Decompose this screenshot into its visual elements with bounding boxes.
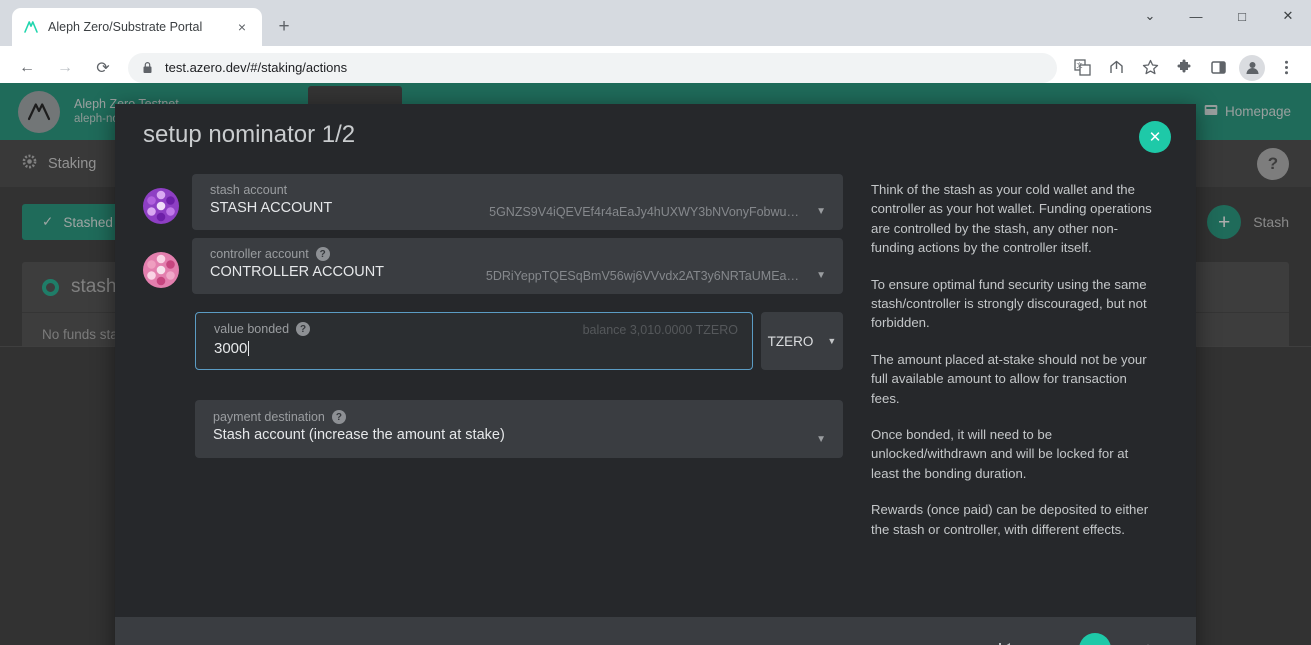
label-text: value bonded <box>214 322 290 336</box>
controller-account-label: controller account ? <box>210 247 827 261</box>
modal-help-column: Think of the stash as your cold wallet a… <box>843 166 1168 617</box>
chevron-down-icon[interactable]: ▼ <box>816 206 826 217</box>
label-text: controller account <box>210 247 309 261</box>
prev-label: prev <box>1025 641 1052 645</box>
aleph-logo-icon <box>22 18 40 36</box>
modal-form-column: stash account STASH ACCOUNT 5GNZS9V4iQEV… <box>143 166 843 617</box>
label-text: stash account <box>210 183 288 197</box>
help-icon[interactable]: ? <box>296 322 311 336</box>
window-controls: ⌄ — □ ✕ <box>1127 0 1311 32</box>
stash-account-label: stash account <box>210 183 827 197</box>
help-paragraph: Once bonded, it will need to be unlocked… <box>871 427 1129 481</box>
reload-button[interactable]: ⟳ <box>87 52 119 84</box>
tab-close-icon[interactable]: × <box>232 17 252 37</box>
unit-label: TZERO <box>767 333 814 349</box>
close-icon[interactable]: ✕ <box>1139 121 1171 153</box>
modal-header: setup nominator 1/2 ✕ <box>115 104 1196 166</box>
side-panel-icon[interactable] <box>1203 53 1233 83</box>
expand-chevron-icon[interactable]: ⌄ <box>1127 0 1173 32</box>
stash-account-address: 5GNZS9V4iQEVEf4r4aEaJy4hUXWY3bNVonyFobwu… <box>489 205 799 219</box>
value-bonded-value: 3000 <box>214 340 248 357</box>
extensions-puzzle-icon[interactable] <box>1169 53 1199 83</box>
controller-account-field[interactable]: controller account ? CONTROLLER ACCOUNT … <box>192 238 843 294</box>
maximize-button[interactable]: □ <box>1219 0 1265 32</box>
controller-account-row: controller account ? CONTROLLER ACCOUNT … <box>143 238 843 294</box>
prev-button[interactable]: prev <box>997 640 1053 645</box>
unit-selector[interactable]: TZERO ▼ <box>761 312 843 370</box>
lock-icon <box>142 61 153 74</box>
close-window-button[interactable]: ✕ <box>1265 0 1311 32</box>
share-icon[interactable] <box>1101 53 1131 83</box>
payment-destination-value: Stash account (increase the amount at st… <box>213 427 505 443</box>
browser-tab[interactable]: Aleph Zero/Substrate Portal × <box>12 8 262 46</box>
balance-hint: balance 3,010.0000 TZERO <box>582 323 738 337</box>
help-paragraph: Think of the stash as your cold wallet a… <box>871 182 1152 256</box>
help-paragraph: The amount placed at-stake should not be… <box>871 351 1147 406</box>
chevron-down-icon[interactable]: ▼ <box>816 434 826 445</box>
payment-destination-label: payment destination ? <box>213 410 827 424</box>
stash-identicon-icon <box>143 188 179 224</box>
next-button[interactable]: next <box>1078 633 1150 645</box>
address-bar[interactable]: test.azero.dev/#/staking/actions <box>128 52 1057 83</box>
chevron-down-icon[interactable]: ▼ <box>816 270 826 281</box>
controller-account-address: 5DRiYeppTQESqBmV56wj6VVvdx2AT3y6NRTaUMEa… <box>485 269 799 283</box>
tab-title: Aleph Zero/Substrate Portal <box>48 20 203 34</box>
help-paragraph: To ensure optimal fund security using th… <box>871 276 1147 331</box>
url-text: test.azero.dev/#/staking/actions <box>165 60 348 75</box>
modal-title: setup nominator 1/2 <box>143 121 356 148</box>
next-label: next <box>1124 641 1150 645</box>
value-bonded-input[interactable]: value bonded ? balance 3,010.0000 TZERO … <box>195 312 753 370</box>
setup-nominator-modal: setup nominator 1/2 ✕ stash account STAS… <box>115 104 1196 645</box>
help-icon[interactable]: ? <box>315 247 330 261</box>
stash-account-row: stash account STASH ACCOUNT 5GNZS9V4iQEV… <box>143 174 843 230</box>
new-tab-button[interactable]: + <box>270 13 298 41</box>
skip-previous-icon <box>997 640 1012 645</box>
bookmark-star-icon[interactable] <box>1135 53 1165 83</box>
controller-identicon-icon <box>143 252 179 288</box>
tab-strip: Aleph Zero/Substrate Portal × + <box>0 0 298 46</box>
payment-destination-field[interactable]: payment destination ? Stash account (inc… <box>195 400 843 458</box>
payment-destination-row: payment destination ? Stash account (inc… <box>195 400 843 458</box>
stash-account-field[interactable]: stash account STASH ACCOUNT 5GNZS9V4iQEV… <box>192 174 843 230</box>
forward-button[interactable]: → <box>49 52 81 84</box>
value-bonded-row: value bonded ? balance 3,010.0000 TZERO … <box>195 312 843 370</box>
profile-avatar-icon[interactable] <box>1239 54 1265 81</box>
back-button[interactable]: ← <box>11 52 43 84</box>
three-dot-menu-icon[interactable] <box>1271 53 1301 83</box>
browser-window: Aleph Zero/Substrate Portal × + ⌄ — □ ✕ … <box>0 0 1311 645</box>
label-text: payment destination <box>213 410 325 424</box>
svg-text:文: 文 <box>1076 62 1082 70</box>
translate-icon[interactable]: 文 <box>1067 53 1097 83</box>
chevron-down-icon: ▼ <box>827 336 837 346</box>
help-icon[interactable]: ? <box>331 410 346 424</box>
modal-footer: prev next <box>115 617 1196 645</box>
help-paragraph: Rewards (once paid) can be deposited to … <box>871 502 1149 537</box>
modal-body: stash account STASH ACCOUNT 5GNZS9V4iQEV… <box>115 166 1196 617</box>
minimize-button[interactable]: — <box>1173 0 1219 32</box>
text-cursor-icon <box>248 341 250 356</box>
browser-titlebar: Aleph Zero/Substrate Portal × + ⌄ — □ ✕ <box>0 0 1311 46</box>
value-bonded-value-wrap: 3000 <box>214 340 736 357</box>
page-viewport: Aleph Zero Testnet aleph-node/44 ▼ Accou… <box>0 83 1311 645</box>
skip-next-icon <box>1078 633 1111 645</box>
